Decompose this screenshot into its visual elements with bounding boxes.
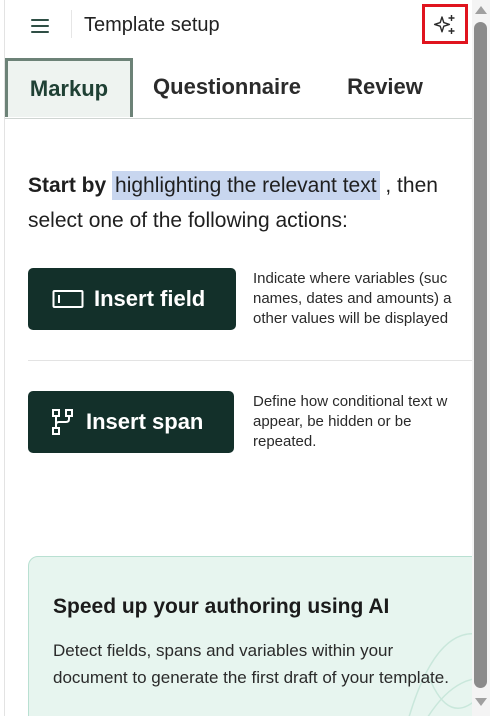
text-field-icon <box>52 290 84 308</box>
sparkle-icon <box>433 15 455 34</box>
tab-bar: Markup Questionnaire Review <box>5 56 472 119</box>
scroll-up-arrow-icon[interactable] <box>475 6 487 14</box>
insert-span-description: Define how conditional text w appear, be… <box>253 393 448 450</box>
instructions-lead: Start by <box>28 174 107 197</box>
divider <box>28 360 472 361</box>
header: Template setup <box>5 0 472 54</box>
instructions-after: , then <box>385 174 438 197</box>
tab-questionnaire[interactable]: Questionnaire <box>153 56 301 118</box>
template-setup-pane: Template setup Markup Questionnaire Revi… <box>0 0 490 716</box>
instructions-line2: select one of the following actions: <box>28 209 348 232</box>
page-title: Template setup <box>84 14 220 36</box>
tab-markup[interactable]: Markup <box>5 58 133 117</box>
insert-span-label: Insert span <box>86 409 204 434</box>
insert-field-label: Insert field <box>94 286 206 311</box>
insert-field-description: Indicate where variables (suc names, dat… <box>253 270 452 327</box>
insert-span-button[interactable]: Insert span <box>28 391 234 453</box>
scrollbar-thumb[interactable] <box>474 22 487 688</box>
branch-icon <box>52 409 73 435</box>
ai-card-title: Speed up your authoring using AI <box>53 595 390 618</box>
ai-card-body: Detect fields, spans and variables withi… <box>53 641 449 687</box>
insert-field-button[interactable]: Insert field <box>28 268 236 330</box>
header-divider <box>71 10 72 38</box>
highlighted-text: highlighting the relevant text <box>112 171 380 200</box>
instructions: Start by highlighting the relevant text … <box>28 168 490 238</box>
ai-assist-button[interactable] <box>422 4 468 44</box>
ai-promo-card: Speed up your authoring using AI Detect … <box>28 556 490 716</box>
tab-review[interactable]: Review <box>345 56 425 118</box>
hamburger-menu-icon[interactable] <box>31 16 51 36</box>
scroll-down-arrow-icon[interactable] <box>475 698 487 706</box>
